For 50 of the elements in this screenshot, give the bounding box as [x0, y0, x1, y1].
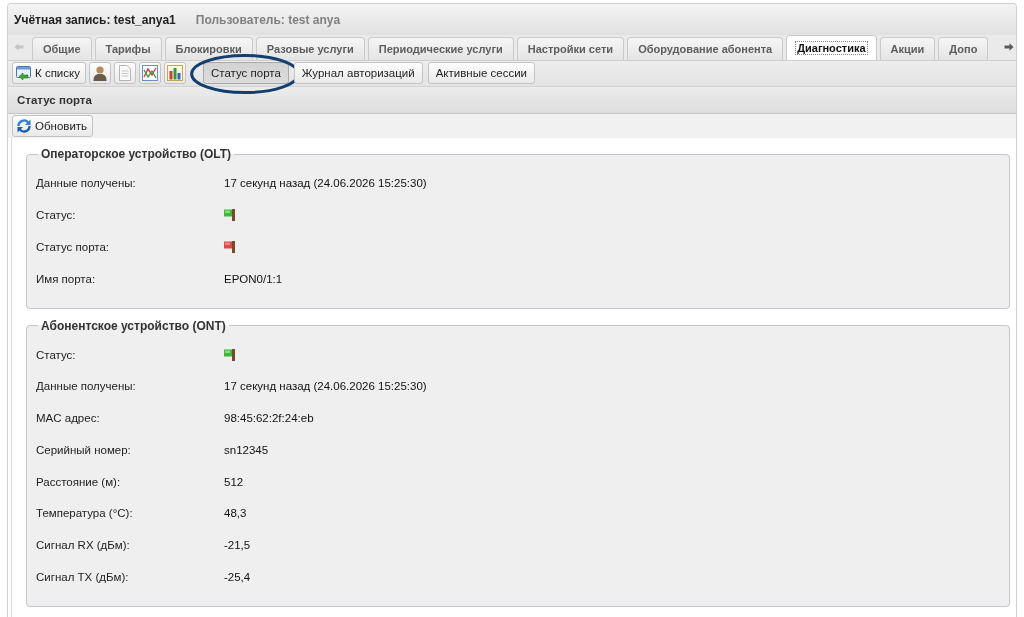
tab[interactable]: Тарифы [94, 37, 162, 61]
field-label: Расстояние (м): [36, 475, 122, 488]
user-name: Пользователь: test anya [195, 12, 341, 27]
field-label: Сигнал TX (дБм): [36, 571, 130, 584]
view-button[interactable]: Журнал авторизаций [293, 62, 423, 85]
fieldset-legend: Абонентское устройство (ONT) [38, 318, 229, 333]
back-to-list-button[interactable]: К списку [12, 62, 86, 85]
refresh-button[interactable]: Обновить [12, 115, 94, 138]
tab[interactable]: Настройки сети [516, 37, 625, 61]
field-value: -25,4 [224, 571, 251, 584]
user-button[interactable] [88, 62, 111, 85]
field-value: 48,3 [224, 507, 247, 520]
field-label: Сигнал RX (дБм): [36, 539, 131, 552]
tab[interactable]: Оборудование абонента [627, 37, 784, 61]
field-label: Серийный номер: [36, 443, 132, 456]
field-value: -21,5 [224, 539, 251, 552]
field-label: Данные получены: [36, 380, 137, 393]
field-label: Статус порта: [36, 240, 111, 253]
field-label: Температура (°C): [36, 507, 134, 520]
document-icon [116, 65, 133, 82]
tab[interactable]: Допо [938, 37, 989, 61]
field-value: EPON0/1:1 [224, 272, 283, 285]
tab[interactable]: Акции [879, 37, 936, 61]
field-label: Статус: [36, 348, 77, 361]
panel-title: Статус порта [17, 93, 92, 106]
tab[interactable]: Блокировки [164, 37, 253, 61]
bar-chart-icon [166, 65, 183, 82]
fieldset-legend: Операторское устройство (OLT) [38, 147, 234, 162]
field-value: 512 [224, 475, 244, 488]
person-icon [91, 65, 108, 82]
field-value: 98:45:62:2f:24:eb [224, 412, 314, 425]
field-label: MAC адрес: [36, 412, 101, 425]
view-button[interactable]: Статус порта [202, 62, 289, 85]
tab[interactable]: Разовые услуги [255, 37, 365, 61]
refresh-icon [16, 118, 32, 135]
field-label: Статус: [36, 209, 77, 222]
arrow-right-icon[interactable] [1004, 41, 1014, 52]
line-chart-button[interactable] [138, 62, 161, 85]
view-button[interactable]: Активные сессии [427, 62, 536, 85]
field-label: Имя порта: [36, 272, 97, 285]
field-value: sn12345 [224, 443, 269, 456]
field-value: 17 секунд назад (24.06.2026 15:25:30) [224, 380, 427, 393]
field-label: Данные получены: [36, 177, 137, 190]
line-chart-icon [141, 65, 158, 82]
account-title: Учётная запись: test_anya1 [14, 12, 176, 27]
tab[interactable]: Общие [32, 37, 92, 61]
bar-chart-button[interactable] [163, 62, 186, 85]
tab[interactable]: Периодические услуги [367, 37, 514, 61]
tab[interactable]: Диагностика [786, 35, 877, 61]
field-value: 17 секунд назад (24.06.2026 15:25:30) [224, 177, 427, 190]
